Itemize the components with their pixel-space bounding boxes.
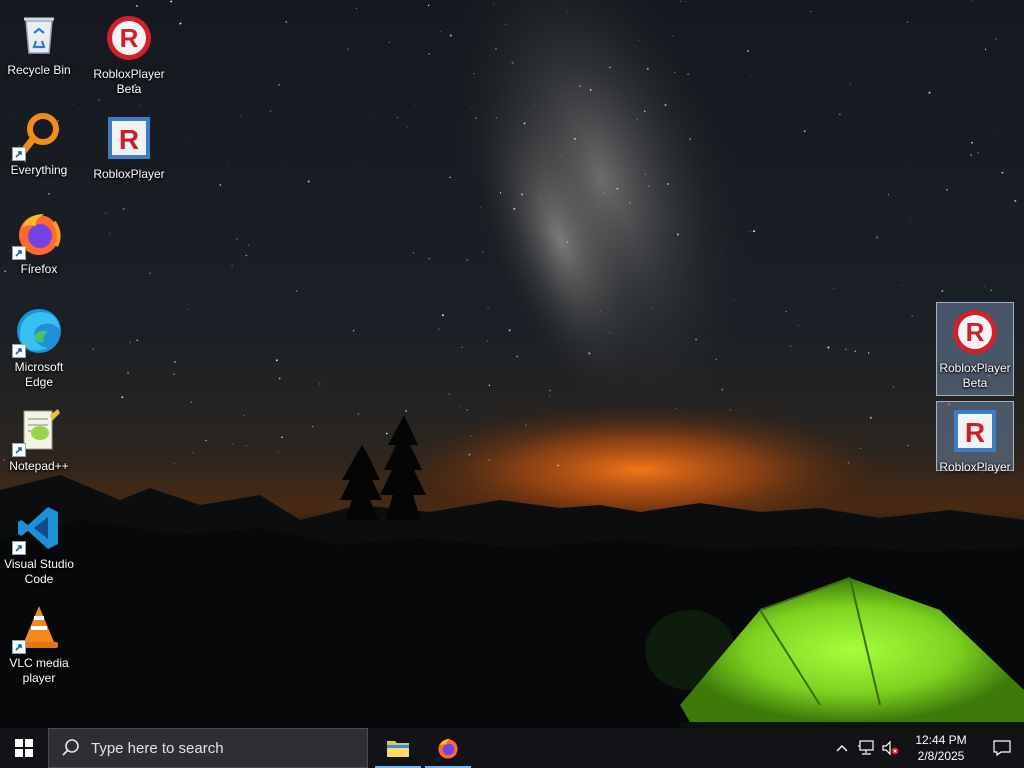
taskbar: 12:44 PM 2/8/2025 (0, 728, 1024, 768)
desktop-icon-microsoft-edge[interactable]: Microsoft Edge (0, 301, 78, 395)
shortcut-arrow-icon (12, 344, 26, 358)
desktop-icon-notepad-plus-plus[interactable]: Notepad++ (0, 400, 78, 494)
taskbar-file-explorer[interactable] (374, 728, 422, 768)
svg-text:R: R (119, 124, 139, 155)
desktop-icon-visual-studio-code[interactable]: Visual Studio Code (0, 498, 78, 592)
desktop-icon-robloxplayer[interactable]: R RobloxPlayer (90, 108, 168, 202)
start-button[interactable] (0, 728, 48, 768)
desktop-icon-label: Everything (10, 163, 68, 177)
firefox-icon (12, 208, 64, 260)
volume-muted-icon (882, 740, 899, 756)
desktop-icon-label: RobloxPlayer (939, 460, 1011, 474)
shortcut-arrow-icon (12, 246, 26, 260)
taskbar-search-box[interactable] (48, 728, 368, 768)
show-hidden-icons-button[interactable] (830, 728, 854, 768)
volume-button[interactable] (878, 728, 902, 768)
desktop-icon-recycle-bin[interactable]: Recycle Bin (0, 4, 78, 98)
network-button[interactable] (854, 728, 878, 768)
roblox-beta-icon: R (104, 13, 154, 63)
desktop-icon-label: Firefox (20, 262, 58, 276)
edge-icon (12, 306, 64, 358)
file-explorer-icon (387, 741, 409, 757)
vscode-icon (12, 503, 64, 555)
firefox-icon (438, 738, 458, 759)
roblox-player-icon: R (104, 113, 154, 163)
desktop-icon-label: RobloxPlayer (93, 167, 165, 181)
system-tray: 12:44 PM 2/8/2025 (830, 728, 1024, 768)
clock-time: 12:44 PM (915, 733, 967, 747)
svg-text:R: R (965, 417, 985, 448)
desktop-icon-robloxplayer-beta[interactable]: R RobloxPlayer Beta (90, 8, 168, 102)
everything-search-icon (12, 109, 64, 161)
desktop-icon-robloxplayer-selected[interactable]: R RobloxPlayer (936, 401, 1014, 474)
shortcut-arrow-icon (12, 541, 26, 555)
svg-text:R: R (966, 317, 985, 347)
roblox-player-icon: R (950, 406, 1000, 456)
recycle-bin-icon (14, 9, 64, 59)
windows-logo-icon (15, 739, 33, 757)
taskbar-firefox[interactable] (424, 728, 472, 768)
notification-icon (993, 740, 1011, 756)
desktop-icon-firefox[interactable]: Firefox (0, 203, 78, 297)
search-icon (62, 739, 79, 756)
action-center-button[interactable] (980, 728, 1024, 768)
vlc-icon (12, 602, 64, 654)
roblox-beta-icon: R (950, 307, 1000, 357)
chevron-up-icon (836, 745, 848, 752)
shortcut-arrow-icon (12, 147, 26, 161)
desktop-icon-everything[interactable]: Everything (0, 104, 78, 198)
clock-date: 2/8/2025 (917, 749, 965, 763)
desktop-icon-label: Recycle Bin (7, 63, 71, 77)
desktop-icon-label: Notepad++ (9, 459, 69, 473)
desktop-icon-robloxplayer-beta-selected[interactable]: R RobloxPlayer Beta (936, 302, 1014, 396)
search-input[interactable] (89, 738, 353, 758)
desktop-icon-label: Microsoft Edge (14, 360, 64, 389)
svg-text:R: R (120, 23, 139, 53)
desktop-icon-label: RobloxPlayer Beta (93, 67, 165, 96)
desktop-icon-label: Visual Studio Code (4, 557, 74, 586)
desktop-icon-label: VLC media player (9, 656, 69, 685)
taskbar-clock[interactable]: 12:44 PM 2/8/2025 (902, 732, 980, 764)
desktop-icon-label: RobloxPlayer Beta (939, 361, 1011, 390)
network-icon (858, 740, 874, 755)
desktop-icon-vlc[interactable]: VLC media player (0, 597, 78, 691)
notepad-plus-plus-icon (12, 405, 64, 457)
shortcut-arrow-icon (12, 640, 26, 654)
shortcut-arrow-icon (12, 443, 26, 457)
